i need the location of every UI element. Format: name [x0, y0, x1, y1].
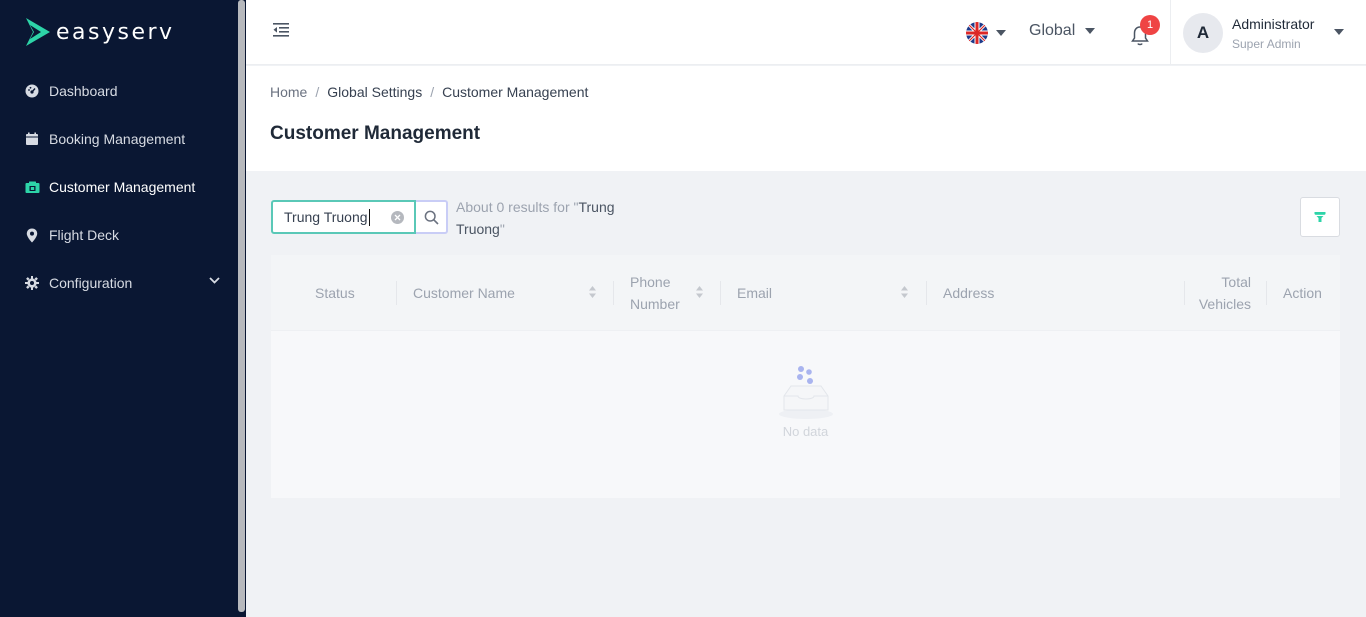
search-input-value: Trung Truong	[284, 209, 368, 225]
sidebar-item-booking-management[interactable]: Booking Management	[0, 115, 238, 163]
table-header: Status Customer Name Phone Number Email A…	[271, 255, 1340, 331]
sidebar-item-flight-deck[interactable]: Flight Deck	[0, 211, 238, 259]
sort-icon[interactable]	[589, 286, 596, 298]
text-cursor	[368, 208, 370, 226]
user-name: Administrator	[1232, 15, 1315, 32]
uk-flag-icon	[966, 22, 988, 44]
avatar: A	[1183, 13, 1223, 53]
logo-mark-icon	[26, 18, 50, 46]
sidebar-item-dashboard[interactable]: Dashboard	[0, 67, 238, 115]
chevron-down-icon	[1334, 29, 1344, 35]
column-separator	[396, 281, 397, 305]
column-header-address: Address	[943, 285, 995, 301]
notification-badge: 1	[1140, 15, 1160, 35]
page-title: Customer Management	[270, 123, 481, 144]
column-header-action: Action	[1283, 285, 1322, 301]
empty-state: No data	[271, 332, 1340, 498]
page-header: Home / Global Settings / Customer Manage…	[246, 66, 1366, 171]
breadcrumb-home[interactable]: Home	[270, 84, 307, 100]
sidebar-item-label: Customer Management	[49, 179, 196, 195]
gear-icon	[24, 275, 40, 291]
column-header-status: Status	[315, 285, 355, 301]
brand-name: easyserv	[56, 19, 175, 45]
breadcrumb-separator: /	[430, 84, 435, 100]
user-info: Administrator Super Admin	[1232, 16, 1314, 51]
clear-icon[interactable]	[391, 211, 404, 224]
sidebar-item-customer-management[interactable]: Customer Management	[0, 163, 238, 211]
empty-inbox-icon	[778, 366, 833, 419]
user-menu[interactable]: A Administrator Super Admin	[1183, 13, 1344, 53]
sidebar-item-configuration[interactable]: Configuration	[0, 259, 238, 307]
search-results-summary: About 0 results for "Trung Truong"	[456, 199, 615, 237]
breadcrumb-separator: /	[315, 84, 320, 100]
dashboard-icon	[24, 83, 40, 99]
breadcrumb: Home / Global Settings / Customer Manage…	[270, 84, 588, 100]
chevron-down-icon[interactable]	[209, 277, 220, 284]
sidebar-item-label: Configuration	[49, 275, 133, 291]
filter-icon	[1314, 212, 1326, 222]
calendar-icon	[24, 131, 40, 147]
column-separator	[613, 281, 614, 305]
search-button[interactable]	[416, 200, 448, 234]
region-selector[interactable]: Global	[1029, 22, 1096, 40]
chevron-down-icon	[996, 30, 1006, 36]
sidebar-item-label: Flight Deck	[49, 227, 120, 243]
sidebar-item-label: Booking Management	[49, 131, 186, 147]
sidebar: easyserv Dashboard Booking Management Cu…	[0, 0, 246, 617]
chevron-down-icon	[1085, 28, 1096, 34]
search-bar: Trung Truong	[271, 200, 448, 234]
search-icon	[424, 210, 439, 225]
sidebar-nav: Dashboard Booking Management Customer Ma…	[0, 67, 238, 307]
topbar: Global 1 A Administrator Super Admin	[246, 0, 1366, 65]
customer-table: Status Customer Name Phone Number Email A…	[271, 255, 1340, 498]
topbar-divider	[1170, 0, 1171, 65]
breadcrumb-current: Customer Management	[442, 84, 589, 100]
empty-text: No data	[782, 424, 829, 439]
region-label: Global	[1029, 22, 1076, 39]
user-role: Super Admin	[1232, 36, 1301, 51]
column-header-email[interactable]: Email	[737, 255, 917, 331]
column-header-customer-name[interactable]: Customer Name	[413, 255, 601, 331]
language-selector[interactable]	[966, 22, 1006, 44]
column-header-total-vehicles: Total Vehicles	[1198, 274, 1251, 312]
sidebar-item-label: Dashboard	[49, 83, 118, 99]
sort-icon[interactable]	[696, 286, 703, 298]
id-card-icon	[24, 179, 40, 195]
column-separator	[1184, 281, 1185, 305]
search-input[interactable]: Trung Truong	[271, 200, 416, 234]
column-separator	[1266, 281, 1267, 305]
sidebar-scrollbar[interactable]	[238, 0, 245, 612]
filter-button[interactable]	[1300, 197, 1340, 237]
breadcrumb-global-settings[interactable]: Global Settings	[327, 84, 422, 100]
column-separator	[720, 281, 721, 305]
column-header-phone-number[interactable]: Phone Number	[630, 255, 710, 331]
column-separator	[926, 281, 927, 305]
menu-fold-icon[interactable]	[272, 22, 290, 38]
location-pin-icon	[24, 227, 40, 243]
brand-logo[interactable]: easyserv	[24, 17, 175, 47]
sort-icon[interactable]	[901, 286, 908, 298]
